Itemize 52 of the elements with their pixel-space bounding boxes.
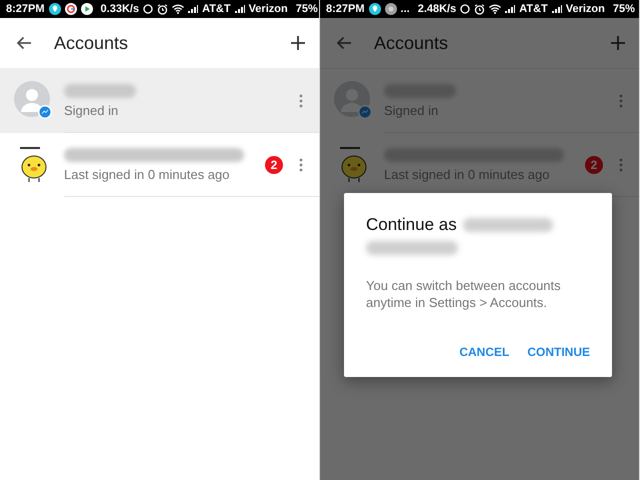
vertical-dots-icon — [619, 94, 623, 108]
back-arrow-icon — [16, 36, 32, 50]
play-store-icon — [80, 3, 93, 15]
account-status: Signed in — [64, 103, 120, 118]
signal-icon — [188, 5, 198, 13]
carrier-name: Verizon — [248, 3, 288, 15]
back-button[interactable] — [14, 34, 34, 52]
location-pin-icon — [48, 3, 61, 15]
sync-circle-icon — [143, 4, 154, 14]
alarm-icon — [157, 4, 168, 14]
clock-time: 8:27PM — [6, 3, 45, 15]
vertical-dots-icon — [299, 158, 303, 172]
back-arrow-icon — [336, 36, 352, 50]
account-row[interactable]: Signed in — [0, 69, 319, 133]
battery-percent: 75% — [296, 3, 318, 15]
signal-icon — [505, 5, 516, 13]
vertical-dots-icon — [299, 94, 303, 108]
dialog-title: Continue as — [366, 215, 457, 235]
plus-icon — [611, 36, 625, 50]
network-speed: 2.48K/s — [418, 3, 456, 15]
signal-icon — [234, 5, 245, 13]
avatar-silhouette-icon — [14, 81, 54, 121]
battery-percent: 75% — [612, 3, 635, 15]
account-status: Last signed in 0 minutes ago — [64, 167, 230, 182]
clock-time: 8:27PM — [326, 3, 365, 15]
carrier-name: AT&T — [202, 3, 231, 15]
carrier-name: Verizon — [566, 3, 605, 15]
plus-icon — [291, 36, 305, 50]
more-notifications: ... — [400, 3, 410, 15]
unread-count-badge: 2 — [585, 156, 603, 174]
screen-title: Accounts — [374, 32, 450, 54]
dialog-button[interactable]: CONTINUE — [525, 341, 592, 363]
carrier-name: AT&T — [519, 3, 548, 15]
signal-icon — [552, 5, 562, 13]
screen-title: Accounts — [54, 32, 130, 54]
redacted-name — [64, 84, 136, 98]
location-pin-icon — [368, 3, 381, 15]
google-icon — [64, 3, 77, 15]
wifi-icon — [489, 4, 502, 14]
app-icon — [384, 3, 397, 15]
unread-count-badge: 2 — [265, 156, 283, 174]
back-button[interactable] — [334, 34, 354, 52]
network-speed: 0.33K/s — [100, 3, 140, 15]
wifi-icon — [172, 4, 184, 14]
account-status: Signed in — [384, 103, 440, 118]
sync-circle-icon — [460, 4, 470, 14]
account-status: Last signed in 0 minutes ago — [384, 167, 550, 182]
dialog-button[interactable]: CANCEL — [457, 341, 512, 363]
dialog-message: You can switch between accounts anytime in Settings > Accounts. — [366, 277, 562, 311]
alarm-icon — [474, 4, 486, 14]
add-account-button[interactable] — [289, 34, 307, 52]
vertical-dots-icon — [619, 158, 623, 172]
